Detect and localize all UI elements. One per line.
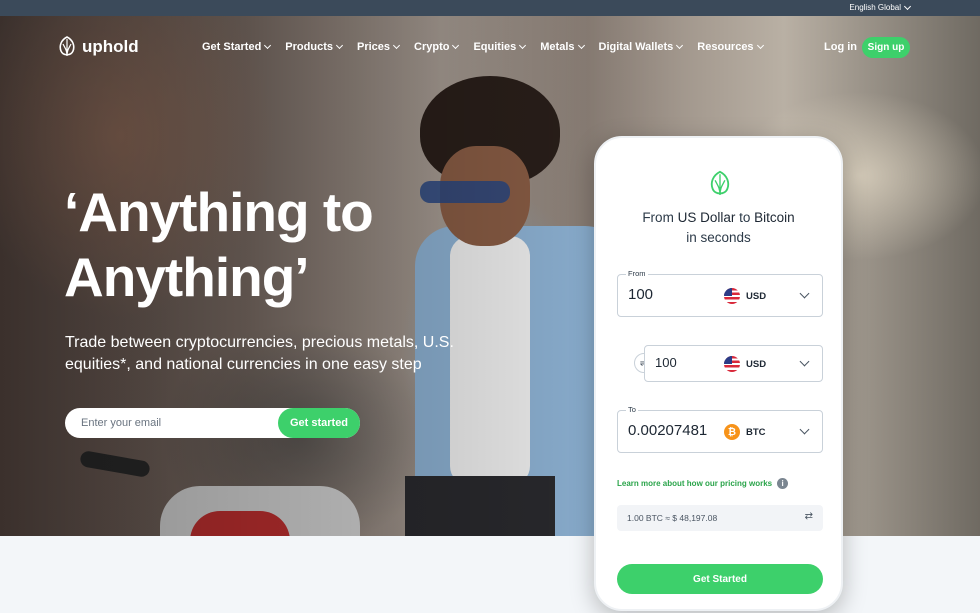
nav-item-crypto[interactable]: Crypto [414,41,460,53]
from-field[interactable]: From 100 USD [617,269,823,317]
nav-item-label: Get Started [202,41,262,53]
headline-line-2: Anything’ [64,246,310,308]
learn-more-text: Learn more about how our pricing works [617,479,773,488]
converter-title: From US Dollar to Bitcoin in seconds [596,208,841,248]
chevron-down-icon [335,41,344,50]
email-signup-form: Get started [65,408,360,438]
nav-item-label: Prices [356,41,391,53]
from-label: From [626,269,648,278]
uphold-logo-icon [59,36,75,57]
exchange-rate-text: 1.00 BTC ≈ $ 48,197.08 [627,513,718,523]
to-label: To [626,405,638,414]
hero-subtitle: Trade between cryptocurrencies, precious… [65,334,454,373]
uphold-logo-icon [710,170,730,196]
chevron-down-icon [519,41,527,50]
chevron-down-icon[interactable] [799,288,810,299]
nav-item-products[interactable]: Products [285,41,344,53]
headline-line-1: ‘Anything to [64,181,374,243]
brand-name: uphold [82,37,139,56]
middle-field[interactable]: 100 USD [644,345,823,382]
middle-currency-select[interactable]: USD [724,356,766,372]
signup-button[interactable]: Sign up [862,37,910,58]
email-input[interactable] [81,408,271,438]
converter-get-started-button[interactable]: Get Started [617,564,823,594]
nav-item-label: Metals [540,41,575,53]
nav-item-equities[interactable]: Equities [473,41,527,53]
title-mid: to [739,210,751,225]
login-link[interactable]: Log in [824,41,857,53]
nav-item-digital-wallets[interactable]: Digital Wallets [598,41,684,53]
nav-item-metals[interactable]: Metals [540,41,585,53]
chevron-down-icon [452,41,460,50]
to-currency-code: BTC [746,426,766,438]
bitcoin-icon: ₿ [724,424,740,440]
exchange-icon[interactable]: ⇄ [805,511,813,522]
main-nav: uphold Get Started Products Prices Crypt… [0,16,980,78]
info-icon[interactable]: i [777,478,789,489]
nav-item-get-started[interactable]: Get Started [202,41,272,53]
top-bar: English Global [0,0,980,16]
converter-card: From US Dollar to Bitcoin in seconds Fro… [594,136,843,611]
nav-item-resources[interactable]: Resources [697,41,764,53]
title-prefix: From [642,210,674,225]
hero-headline: ‘Anything to Anything’ [64,180,374,310]
to-currency-select[interactable]: ₿ BTC [724,424,766,440]
nav-item-label: Equities [473,41,517,53]
from-currency-select[interactable]: USD [724,288,766,304]
middle-amount[interactable]: 100 [655,355,677,370]
nav-item-prices[interactable]: Prices [356,41,401,53]
nav-menu: Get Started Products Prices Crypto Equit… [202,41,764,53]
chevron-down-icon [392,41,401,50]
chevron-down-icon [756,41,764,50]
nav-item-label: Resources [697,41,754,53]
to-currency-name: Bitcoin [754,210,795,225]
us-flag-icon [724,288,740,304]
chevron-down-icon [903,2,912,10]
title-suffix: in seconds [686,230,751,245]
exchange-rate-box: 1.00 BTC ≈ $ 48,197.08 ⇄ [617,505,823,531]
chevron-down-icon [577,41,585,50]
from-currency-code: USD [746,290,767,302]
from-currency-name: US Dollar [677,210,736,225]
chevron-down-icon[interactable] [799,424,810,435]
get-started-button[interactable]: Get started [278,408,360,438]
uphold-logo[interactable]: uphold [58,36,139,58]
nav-item-label: Crypto [414,41,450,53]
to-amount[interactable]: 0.00207481 [628,422,707,439]
nav-item-label: Products [285,41,333,53]
us-flag-icon [724,356,740,372]
from-amount[interactable]: 100 [628,286,653,303]
chevron-down-icon [676,41,684,50]
language-selector[interactable]: English Global [849,2,912,12]
nav-item-label: Digital Wallets [598,41,674,53]
chevron-down-icon [264,41,272,50]
middle-currency-code: USD [746,358,767,370]
language-label: English Global [849,3,901,12]
pricing-learn-more-link[interactable]: Learn more about how our pricing works i [617,478,789,489]
chevron-down-icon[interactable] [799,356,810,367]
to-field[interactable]: To 0.00207481 ₿ BTC [617,405,823,453]
